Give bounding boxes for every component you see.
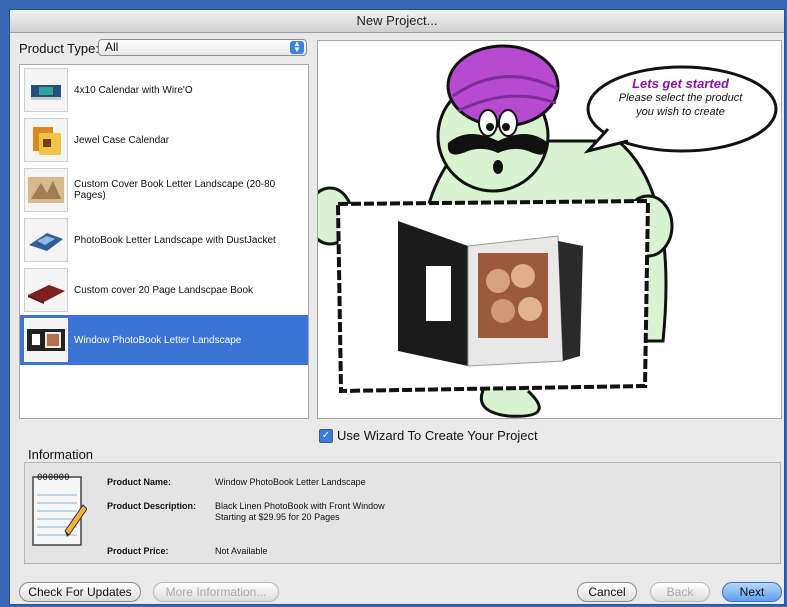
list-item[interactable]: PhotoBook Letter Landscape with DustJack… [20, 215, 308, 265]
wizard-checkbox[interactable]: ✓ [319, 428, 333, 443]
product-name-label: Product Name: [107, 477, 172, 487]
product-description-line-2: Starting at $29.95 for 20 Pages [215, 512, 340, 522]
notepad-icon: 000000 [31, 471, 88, 546]
new-project-dialog: New Project... Product Type: All ▲ ▼ 4x10… [9, 9, 785, 605]
speech-bubble: Lets get started Please select the produ… [598, 77, 763, 119]
information-heading: Information [28, 447, 94, 462]
photobook-thumbnail-icon [24, 218, 68, 262]
check-for-updates-button[interactable]: Check For Updates [19, 582, 141, 602]
list-item[interactable]: Custom cover 20 Page Landscpae Book [20, 265, 308, 315]
bubble-line-1: Please select the product [618, 92, 743, 104]
list-item-selected[interactable]: Window PhotoBook Letter Landscape [20, 315, 308, 365]
back-button[interactable]: Back [650, 582, 710, 602]
title-bar: New Project... [10, 10, 784, 33]
product-label: PhotoBook Letter Landscape with DustJack… [74, 234, 276, 246]
product-description-label: Product Description: [107, 501, 197, 511]
wizard-label: Use Wizard To Create Your Project [337, 428, 538, 443]
calendar-thumbnail-icon [24, 68, 68, 112]
product-preview-panel: Lets get started Please select the produ… [317, 40, 782, 419]
list-item[interactable]: Custom Cover Book Letter Landscape (20-8… [20, 165, 308, 215]
product-type-select[interactable]: All ▲ ▼ [98, 39, 307, 56]
list-item[interactable]: 4x10 Calendar with Wire'O [20, 65, 308, 115]
window-photobook-thumbnail-icon [24, 318, 68, 362]
product-label: Custom cover 20 Page Landscpae Book [74, 284, 253, 296]
product-label: Custom Cover Book Letter Landscape (20-8… [74, 179, 276, 201]
product-type-label: Product Type: [19, 41, 99, 56]
product-label: Window PhotoBook Letter Landscape [74, 334, 242, 346]
bubble-title: Lets get started [632, 76, 729, 91]
cancel-button[interactable]: Cancel [577, 582, 637, 602]
product-label: 4x10 Calendar with Wire'O [74, 84, 193, 96]
more-information-button[interactable]: More Information... [153, 582, 279, 602]
next-button[interactable]: Next [722, 582, 782, 602]
cover-book-thumbnail-icon [24, 268, 68, 312]
custom-cover-thumbnail-icon [24, 168, 68, 212]
product-name-value: Window PhotoBook Letter Landscape [215, 477, 366, 487]
wizard-option[interactable]: ✓ Use Wizard To Create Your Project [319, 428, 538, 443]
product-list[interactable]: 4x10 Calendar with Wire'O Jewel Case Cal… [19, 64, 309, 419]
window-title: New Project... [356, 13, 438, 28]
product-price-value: Not Available [215, 546, 268, 556]
list-item[interactable]: Jewel Case Calendar [20, 115, 308, 165]
product-description-line-1: Black Linen PhotoBook with Front Window [215, 501, 385, 511]
product-label: Jewel Case Calendar [74, 134, 170, 146]
bubble-line-2: you wish to create [636, 106, 725, 118]
jewel-case-thumbnail-icon [24, 118, 68, 162]
information-panel: 000000 Product Name: Window PhotoBook Le… [24, 462, 781, 564]
product-type-value: All [105, 40, 119, 54]
notepad-rings: 000000 [37, 473, 70, 483]
product-price-label: Product Price: [107, 546, 169, 556]
chevron-updown-icon: ▲ ▼ [290, 40, 304, 54]
